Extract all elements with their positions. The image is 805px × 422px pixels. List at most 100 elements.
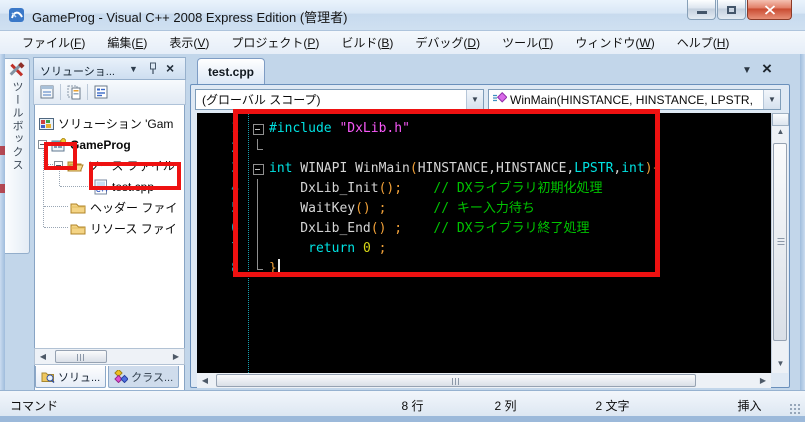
scroll-thumb[interactable] <box>55 350 107 363</box>
tree-item-label: ヘッダー ファイ <box>90 201 178 215</box>
menu-item-file[interactable]: ファイル(F) <box>14 31 93 54</box>
split-handle[interactable] <box>772 113 789 126</box>
scroll-right-icon[interactable]: ▶ <box>755 376 771 385</box>
panel-menu-dropdown-icon[interactable]: ▼ <box>129 64 138 74</box>
window-title: GameProg - Visual C++ 2008 Express Editi… <box>32 10 348 25</box>
scroll-down-icon[interactable]: ▼ <box>772 359 789 368</box>
title-bar: GameProg - Visual C++ 2008 Express Editi… <box>0 0 805 31</box>
scroll-grip <box>452 378 460 385</box>
scroll-right-icon[interactable]: ▶ <box>168 352 184 361</box>
code-line: 8} <box>197 259 771 279</box>
line-number: 1 <box>231 121 239 136</box>
close-button[interactable] <box>747 0 792 20</box>
tree-item-resource-folder[interactable]: リソース ファイ <box>70 218 177 239</box>
scroll-left-icon[interactable]: ◀ <box>197 376 213 385</box>
document-tab-label: test.cpp <box>207 64 254 79</box>
code-text: WaitKey() ; // キー入力待ち <box>269 201 535 216</box>
folder-icon <box>70 224 86 235</box>
tree-item-solution[interactable]: ソリューション 'Gam <box>39 113 173 134</box>
vertical-scrollbar[interactable]: ▲ ▼ <box>771 113 789 373</box>
scope-dropdown-value: (グローバル スコープ) <box>202 93 321 107</box>
tree-connector <box>43 143 44 227</box>
main-window: GameProg - Visual C++ 2008 Express Editi… <box>0 0 805 422</box>
collapse-icon[interactable] <box>38 140 47 149</box>
horizontal-scrollbar[interactable]: ◀ ▶ <box>197 373 771 388</box>
text-caret <box>277 259 280 274</box>
outline-mark <box>251 179 269 199</box>
solution-explorer-toolbar <box>33 80 186 105</box>
menu-item-edit[interactable]: 編集(E) <box>99 31 155 54</box>
line-number: 7 <box>231 241 239 256</box>
panel-header[interactable]: ソリューショ... ▼ × <box>33 57 186 80</box>
tab-class-view[interactable]: クラス... <box>108 366 180 388</box>
line-number: 3 <box>231 161 239 176</box>
solution-icon <box>39 118 54 130</box>
tree-item-label: リソース ファイ <box>90 222 177 236</box>
scroll-grip <box>77 354 85 361</box>
toolbar-separator <box>87 84 88 100</box>
code-line: 5 WaitKey() ; // キー入力待ち <box>197 199 771 219</box>
document-list-dropdown-icon[interactable]: ▼ <box>742 65 752 76</box>
collapse-region-icon[interactable] <box>251 119 269 139</box>
code-line: 4 DxLib_Init(); // DXライブラリ初期化処理 <box>197 179 771 199</box>
scroll-left-icon[interactable]: ◀ <box>35 352 51 361</box>
show-all-files-icon[interactable] <box>66 84 82 100</box>
folder-icon <box>70 203 86 214</box>
tree-item-label: test.cpp <box>112 179 155 194</box>
minimize-button[interactable] <box>687 0 716 20</box>
collapse-icon[interactable] <box>54 161 63 170</box>
scope-dropdown[interactable]: (グローバル スコープ) ▼ <box>195 89 484 110</box>
close-icon <box>764 4 775 15</box>
menu-item-view[interactable]: 表示(V) <box>161 31 217 54</box>
tree-item-source-folder[interactable]: ソース ファイル <box>54 155 175 176</box>
code-text: #include "DxLib.h" <box>269 121 410 136</box>
dropdown-arrow-icon[interactable]: ▼ <box>466 90 483 109</box>
close-document-icon[interactable]: × <box>762 59 772 79</box>
scroll-up-icon[interactable]: ▲ <box>772 127 789 136</box>
member-dropdown[interactable]: WinMain(HINSTANCE, HINSTANCE, LPSTR, ▼ <box>488 89 781 110</box>
panel-close-icon[interactable]: × <box>166 60 174 76</box>
tab-solution-explorer[interactable]: ソリュ... <box>35 366 107 388</box>
menu-item-tools[interactable]: ツール(T) <box>494 31 561 54</box>
tree-item-testcpp[interactable]: C++ test.cpp <box>94 176 154 197</box>
maximize-button[interactable] <box>717 0 746 20</box>
scroll-thumb[interactable] <box>216 374 696 387</box>
menu-item-project[interactable]: プロジェクト(P) <box>223 31 327 54</box>
collapse-region-icon[interactable] <box>251 159 269 179</box>
line-number: 2 <box>231 141 239 156</box>
scroll-grip <box>777 238 785 246</box>
window-bottom-border <box>0 416 805 422</box>
member-dropdown-value: WinMain(HINSTANCE, HINSTANCE, LPSTR, <box>510 92 753 107</box>
code-lines: 1 #include "DxLib.h" 2 3 int WINAPI WinMain(… <box>197 113 771 279</box>
window-right-border <box>800 54 805 390</box>
properties-icon[interactable] <box>39 84 55 100</box>
status-message: コマンド <box>10 399 59 413</box>
window-controls <box>686 0 792 21</box>
toolbox-icon <box>9 62 25 77</box>
view-code-icon[interactable] <box>93 84 109 100</box>
status-column-number: 2 列 <box>494 399 517 413</box>
line-number: 5 <box>231 201 239 216</box>
folder-open-icon <box>67 161 84 172</box>
menu-item-debug[interactable]: デバッグ(D) <box>407 31 488 54</box>
scroll-thumb[interactable] <box>773 143 787 341</box>
menu-item-build[interactable]: ビルド(B) <box>333 31 401 54</box>
status-character-number: 2 文字 <box>595 399 630 413</box>
outline-mark <box>251 139 269 159</box>
tree-item-header-folder[interactable]: ヘッダー ファイ <box>70 197 177 218</box>
line-number: 8 <box>231 261 239 276</box>
dropdown-arrow-icon[interactable]: ▼ <box>763 90 780 109</box>
document-tab[interactable]: test.cpp <box>197 58 265 84</box>
toolbox-tab[interactable]: ツールボックス <box>5 58 30 254</box>
class-view-tab-icon <box>114 370 129 383</box>
menu-item-help[interactable]: ヘルプ(H) <box>669 31 738 54</box>
code-editor[interactable]: 1 #include "DxLib.h" 2 3 int WINAPI WinMain(… <box>197 113 771 373</box>
tree-item-label: GameProg <box>70 137 131 152</box>
menu-item-window[interactable]: ウィンドウ(W) <box>567 31 662 54</box>
svg-text:C++: C++ <box>96 187 108 194</box>
solution-tree-hscrollbar[interactable]: ◀ ▶ <box>34 348 185 365</box>
pin-icon[interactable] <box>148 62 158 78</box>
tree-item-project[interactable]: GameProg <box>38 134 131 155</box>
code-line: 6 DxLib_End() ; // DXライブラリ終了処理 <box>197 219 771 239</box>
resize-grip[interactable] <box>789 403 800 414</box>
